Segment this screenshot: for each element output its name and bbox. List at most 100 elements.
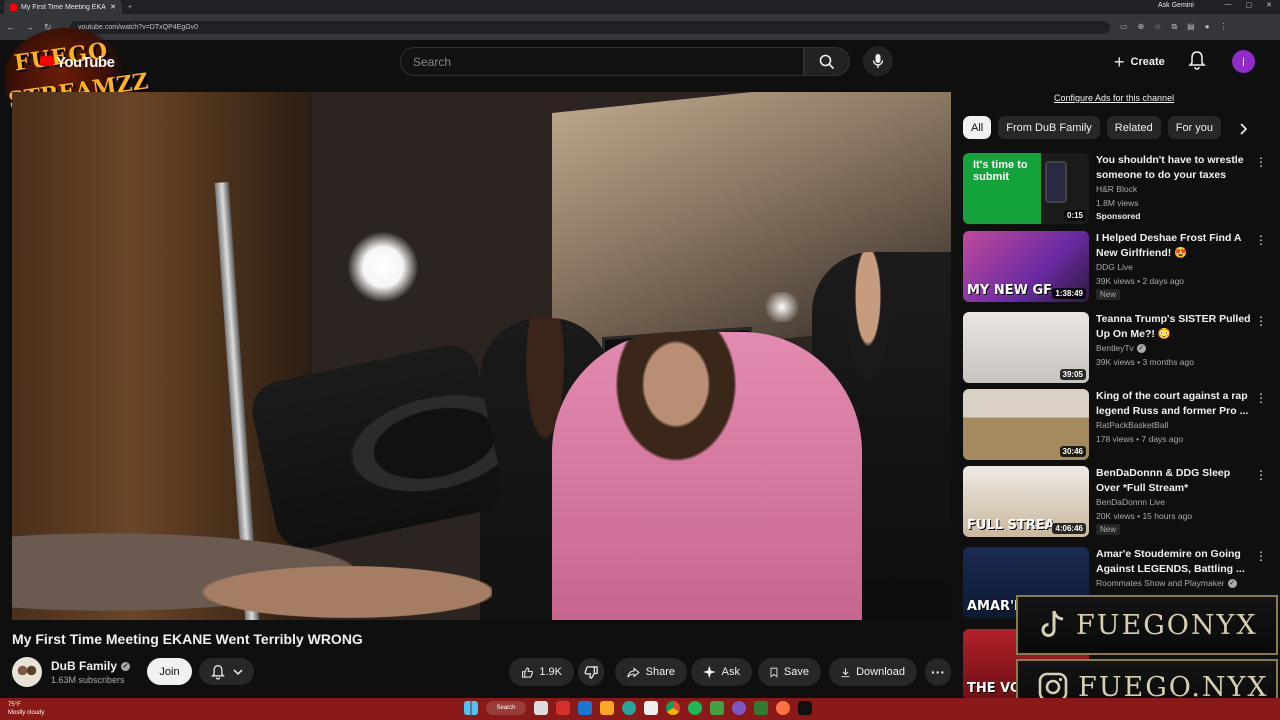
channel-avatar[interactable] <box>12 657 42 687</box>
back-icon[interactable]: ← <box>6 22 15 33</box>
kebab-menu-icon[interactable]: ⋮ <box>1255 233 1267 247</box>
recommendation-title[interactable]: Amar'e Stoudemire on Going Against LEGEN… <box>1096 547 1256 577</box>
recommendation-item[interactable]: FULL STREA 4:06:46 BenDaDonnn & DDG Slee… <box>963 466 1273 538</box>
new-badge: New <box>1096 289 1121 300</box>
recommendation-title[interactable]: BenDaDonnn & DDG Sleep Over *Full Stream… <box>1096 466 1256 496</box>
save-button[interactable]: Save <box>758 658 821 686</box>
kebab-menu-icon[interactable]: ⋮ <box>1255 391 1267 405</box>
account-avatar[interactable]: i <box>1232 50 1255 73</box>
recommendation-channel[interactable]: BenDaDonnn Live <box>1096 497 1165 507</box>
recommendation-title[interactable]: King of the court against a rap legend R… <box>1096 389 1256 419</box>
recommendation-channel[interactable]: Roommates Show and Playmaker ✓ <box>1096 578 1237 588</box>
firefox-icon[interactable] <box>776 701 790 715</box>
join-button[interactable]: Join <box>147 658 192 685</box>
kebab-menu-icon[interactable]: ⋮ <box>1255 468 1267 482</box>
recommendation-channel[interactable]: RatPackBasketBall <box>1096 420 1168 430</box>
tiktok-icon <box>1041 610 1064 637</box>
search-input[interactable]: Search <box>400 47 804 76</box>
kebab-menu-icon[interactable]: ⋮ <box>1255 155 1267 169</box>
cast-icon[interactable]: ▭ <box>1120 22 1128 32</box>
channel-name[interactable]: DuB Family <box>51 659 117 673</box>
subscription-bell-button[interactable] <box>199 658 254 685</box>
recommendation-channel-name[interactable]: BentleyTv <box>1096 343 1134 353</box>
youtube-wordmark[interactable]: YouTube <box>56 54 115 71</box>
dislike-button[interactable] <box>578 658 604 686</box>
configure-ads-link[interactable]: Configure Ads for this channel <box>1054 93 1174 103</box>
close-window-icon[interactable]: ✕ <box>1266 1 1272 9</box>
minimize-icon[interactable]: — <box>1225 1 1232 9</box>
profile-icon[interactable]: ● <box>1205 22 1210 32</box>
thumbnail-headline: MY NEW GF <box>967 283 1053 298</box>
video-duration: 30:46 <box>1059 446 1086 457</box>
search-button[interactable] <box>804 47 850 76</box>
recommendation-channel-name[interactable]: RatPackBasketBall <box>1096 420 1168 430</box>
chrome-icon[interactable] <box>666 701 680 715</box>
recommendation-item[interactable]: 30:46 King of the court against a rap le… <box>963 389 1273 461</box>
video-thumbnail[interactable]: 30:46 <box>963 389 1089 460</box>
channel-name-row[interactable]: DuB Family ✓ <box>51 659 131 673</box>
create-button[interactable]: + Create <box>1106 49 1173 75</box>
recommendation-title[interactable]: I Helped Deshae Frost Find A New Girlfri… <box>1096 231 1256 261</box>
chip-for-you[interactable]: For you <box>1167 116 1222 139</box>
app-icon-green-2[interactable] <box>754 701 768 715</box>
task-view-icon[interactable] <box>534 701 548 715</box>
close-tab-icon[interactable]: ✕ <box>110 3 116 11</box>
file-explorer-icon[interactable] <box>600 701 614 715</box>
maximize-icon[interactable]: ▢ <box>1246 1 1253 9</box>
new-tab-icon[interactable]: + <box>128 4 132 11</box>
weather-widget[interactable]: 75°F Mostly cloudy <box>8 701 44 717</box>
recommendation-channel-name[interactable]: Roommates Show and Playmaker <box>1096 578 1225 588</box>
windows-start-icon[interactable] <box>464 701 478 715</box>
kebab-menu-icon[interactable]: ⋮ <box>1255 549 1267 563</box>
download-button[interactable]: Download <box>829 658 917 686</box>
notifications-button[interactable] <box>1188 50 1206 75</box>
like-button[interactable]: 1.9K <box>509 658 574 686</box>
extensions-icon[interactable]: ⧉ <box>1171 22 1177 32</box>
app-icon-green[interactable] <box>710 701 724 715</box>
browser-menu-icon[interactable]: ⋮ <box>1220 22 1228 32</box>
app-icon-blue[interactable] <box>578 701 592 715</box>
recommendation-title[interactable]: Teanna Trump's SISTER Pulled Up On Me?! … <box>1096 312 1256 342</box>
taskbar-search[interactable]: Search <box>486 701 526 715</box>
video-thumbnail[interactable]: It's time to submit 0:15 <box>963 153 1089 224</box>
plus-icon: + <box>1114 51 1125 72</box>
more-actions-button[interactable]: ··· <box>925 658 951 686</box>
video-thumbnail[interactable]: 39:05 <box>963 312 1089 383</box>
edge-icon[interactable] <box>622 701 636 715</box>
recommendation-channel-name[interactable]: BenDaDonnn Live <box>1096 497 1165 507</box>
share-button[interactable]: Share <box>615 658 687 686</box>
video-thumbnail[interactable]: FULL STREA 4:06:46 <box>963 466 1089 537</box>
chip-related[interactable]: Related <box>1106 116 1161 139</box>
recommendation-title[interactable]: You shouldn't have to wrestle someone to… <box>1096 153 1256 183</box>
app-icon-white[interactable] <box>644 701 658 715</box>
recommendation-item[interactable]: 39:05 Teanna Trump's SISTER Pulled Up On… <box>963 312 1273 384</box>
ask-gemini-button[interactable]: Ask Gemini <box>1158 2 1194 9</box>
voice-search-button[interactable] <box>863 46 893 76</box>
recommendation-item[interactable]: MY NEW GF 1:38:49 I Helped Deshae Frost … <box>963 231 1273 303</box>
tiktok-app-icon[interactable] <box>798 701 812 715</box>
chip-all[interactable]: All <box>963 116 992 139</box>
recommendation-channel[interactable]: H&R Block <box>1096 184 1137 194</box>
kebab-menu-icon[interactable]: ⋮ <box>1255 314 1267 328</box>
url-field[interactable]: youtube.com/watch?v=DTxQP4EgGv0 <box>70 21 1110 34</box>
ask-button[interactable]: Ask <box>691 658 752 686</box>
recommendation-channel-name[interactable]: DDG Live <box>1096 262 1133 272</box>
spotify-icon[interactable] <box>688 701 702 715</box>
recommendation-item[interactable]: It's time to submit 0:15 You shouldn't h… <box>963 153 1273 225</box>
browser-tab[interactable]: My First Time Meeting EKANE ✕ <box>4 0 122 14</box>
video-thumbnail[interactable]: MY NEW GF 1:38:49 <box>963 231 1089 302</box>
youtube-logo-icon[interactable] <box>40 56 54 66</box>
video-player[interactable] <box>12 92 951 620</box>
recommendation-channel[interactable]: DDG Live <box>1096 262 1133 272</box>
chip-from-channel[interactable]: From DuB Family <box>998 116 1100 139</box>
zoom-icon[interactable]: ⊕ <box>1138 22 1145 32</box>
chips-next-button[interactable] <box>1238 122 1248 140</box>
recommendation-channel-name[interactable]: H&R Block <box>1096 184 1137 194</box>
sidebar-icon[interactable]: ▤ <box>1187 22 1195 32</box>
recommendation-channel[interactable]: BentleyTv ✓ <box>1096 343 1146 353</box>
app-icon-purple[interactable] <box>732 701 746 715</box>
bookmark-star-icon[interactable]: ☆ <box>1154 22 1161 32</box>
app-icon-red[interactable] <box>556 701 570 715</box>
video-duration: 39:05 <box>1059 369 1086 380</box>
forward-icon[interactable]: → <box>25 22 34 33</box>
